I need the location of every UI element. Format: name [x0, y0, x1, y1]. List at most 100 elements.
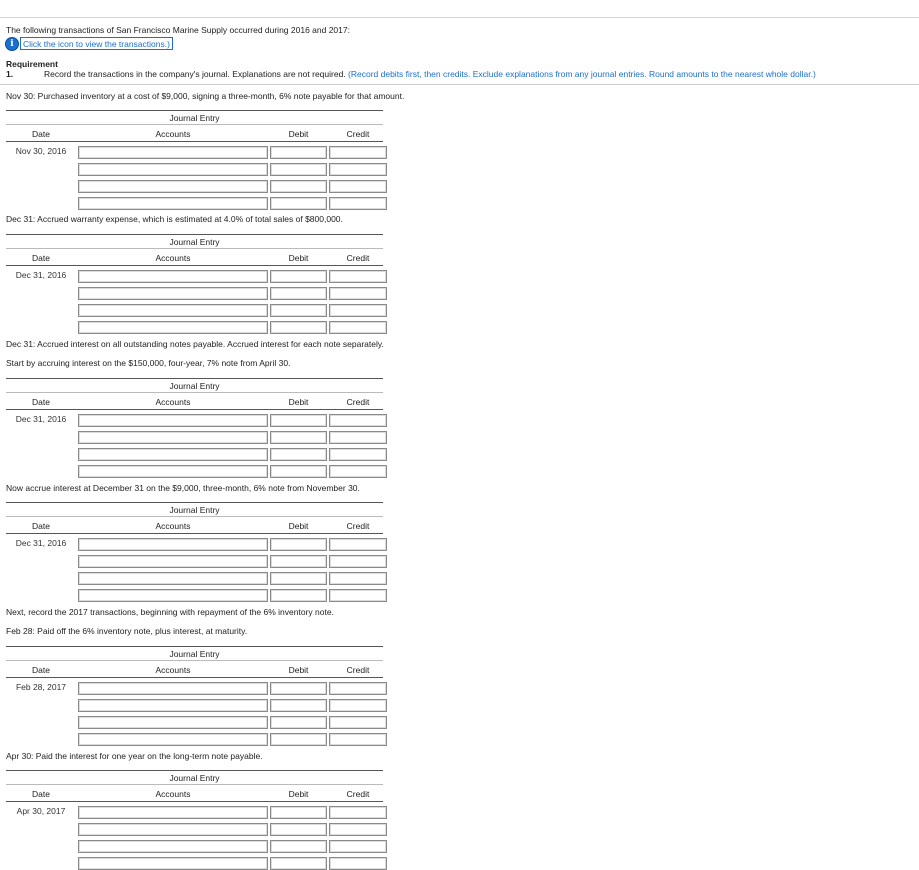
header-border — [6, 409, 383, 410]
journal-entry-table: Journal Entry Date Accounts Debit Credit Nov … — [6, 110, 387, 210]
account-field[interactable] — [78, 699, 268, 712]
credit-field[interactable] — [329, 448, 387, 461]
debit-field[interactable] — [270, 321, 327, 334]
debit-field[interactable] — [270, 806, 327, 819]
account-field[interactable] — [78, 321, 268, 334]
account-field[interactable] — [78, 716, 268, 729]
account-field[interactable] — [78, 448, 268, 461]
debit-field[interactable] — [270, 180, 327, 193]
account-field[interactable] — [78, 682, 268, 695]
account-field[interactable] — [78, 806, 268, 819]
credit-header: Credit — [346, 397, 370, 407]
credit-field[interactable] — [329, 840, 387, 853]
info-icon[interactable]: i — [6, 37, 18, 50]
debit-field[interactable] — [270, 304, 327, 317]
credit-field[interactable] — [329, 538, 387, 551]
journal-entry-table: Journal Entry Date Accounts Debit Credit Dec … — [6, 502, 387, 602]
transactions-link-row[interactable]: i Click the icon to view the transaction… — [6, 37, 173, 50]
requirement-divider — [0, 84, 919, 85]
accounts-header: Accounts — [155, 789, 191, 799]
debit-field[interactable] — [270, 197, 327, 210]
transactions-link-box[interactable]: Click the icon to view the transactions.… — [20, 37, 173, 50]
title-divider — [6, 784, 383, 785]
debit-field[interactable] — [270, 682, 327, 695]
debit-field[interactable] — [270, 163, 327, 176]
debit-field[interactable] — [270, 538, 327, 551]
account-field[interactable] — [78, 197, 268, 210]
account-field[interactable] — [78, 270, 268, 283]
credit-field[interactable] — [329, 414, 387, 427]
debit-field[interactable] — [270, 287, 327, 300]
account-field[interactable] — [78, 163, 268, 176]
account-field[interactable] — [78, 857, 268, 870]
table-top-border — [6, 234, 383, 235]
credit-field[interactable] — [329, 163, 387, 176]
title-divider — [6, 516, 383, 517]
debit-field[interactable] — [270, 448, 327, 461]
debit-header: Debit — [288, 397, 309, 407]
top-divider — [0, 17, 919, 18]
credit-field[interactable] — [329, 197, 387, 210]
credit-field[interactable] — [329, 321, 387, 334]
account-field[interactable] — [78, 304, 268, 317]
transactions-link[interactable]: Click the icon to view the transactions.… — [23, 39, 170, 49]
debit-header: Debit — [288, 665, 309, 675]
debit-field[interactable] — [270, 840, 327, 853]
debit-field[interactable] — [270, 555, 327, 568]
credit-field[interactable] — [329, 699, 387, 712]
debit-field[interactable] — [270, 146, 327, 159]
header-border — [6, 801, 383, 802]
debit-field[interactable] — [270, 733, 327, 746]
credit-header: Credit — [346, 253, 370, 263]
account-field[interactable] — [78, 431, 268, 444]
credit-field[interactable] — [329, 431, 387, 444]
account-field[interactable] — [78, 538, 268, 551]
credit-field[interactable] — [329, 270, 387, 283]
header-border — [6, 677, 383, 678]
header-border — [6, 141, 383, 142]
credit-field[interactable] — [329, 465, 387, 478]
title-divider — [6, 124, 383, 125]
account-field[interactable] — [78, 555, 268, 568]
debit-field[interactable] — [270, 699, 327, 712]
credit-field[interactable] — [329, 716, 387, 729]
credit-field[interactable] — [329, 589, 387, 602]
debit-field[interactable] — [270, 857, 327, 870]
debit-field[interactable] — [270, 270, 327, 283]
account-field[interactable] — [78, 180, 268, 193]
account-field[interactable] — [78, 733, 268, 746]
debit-field[interactable] — [270, 823, 327, 836]
account-field[interactable] — [78, 589, 268, 602]
debit-field[interactable] — [270, 414, 327, 427]
credit-field[interactable] — [329, 180, 387, 193]
credit-field[interactable] — [329, 857, 387, 870]
credit-field[interactable] — [329, 823, 387, 836]
debit-field[interactable] — [270, 572, 327, 585]
credit-field[interactable] — [329, 733, 387, 746]
requirement-note: (Record debits first, then credits. Excl… — [348, 69, 816, 79]
credit-field[interactable] — [329, 146, 387, 159]
journal-entry-title: Journal Entry — [169, 113, 220, 123]
credit-field[interactable] — [329, 806, 387, 819]
debit-field[interactable] — [270, 465, 327, 478]
date-header: Date — [32, 789, 50, 799]
table-top-border — [6, 378, 383, 379]
account-field[interactable] — [78, 572, 268, 585]
account-field[interactable] — [78, 465, 268, 478]
debit-field[interactable] — [270, 431, 327, 444]
credit-field[interactable] — [329, 555, 387, 568]
title-divider — [6, 392, 383, 393]
credit-field[interactable] — [329, 682, 387, 695]
account-field[interactable] — [78, 287, 268, 300]
debit-field[interactable] — [270, 716, 327, 729]
account-field[interactable] — [78, 840, 268, 853]
account-field[interactable] — [78, 146, 268, 159]
requirement-title: Requirement — [6, 59, 58, 69]
credit-field[interactable] — [329, 304, 387, 317]
debit-field[interactable] — [270, 589, 327, 602]
account-field[interactable] — [78, 823, 268, 836]
table-top-border — [6, 502, 383, 503]
credit-field[interactable] — [329, 287, 387, 300]
account-field[interactable] — [78, 414, 268, 427]
credit-field[interactable] — [329, 572, 387, 585]
